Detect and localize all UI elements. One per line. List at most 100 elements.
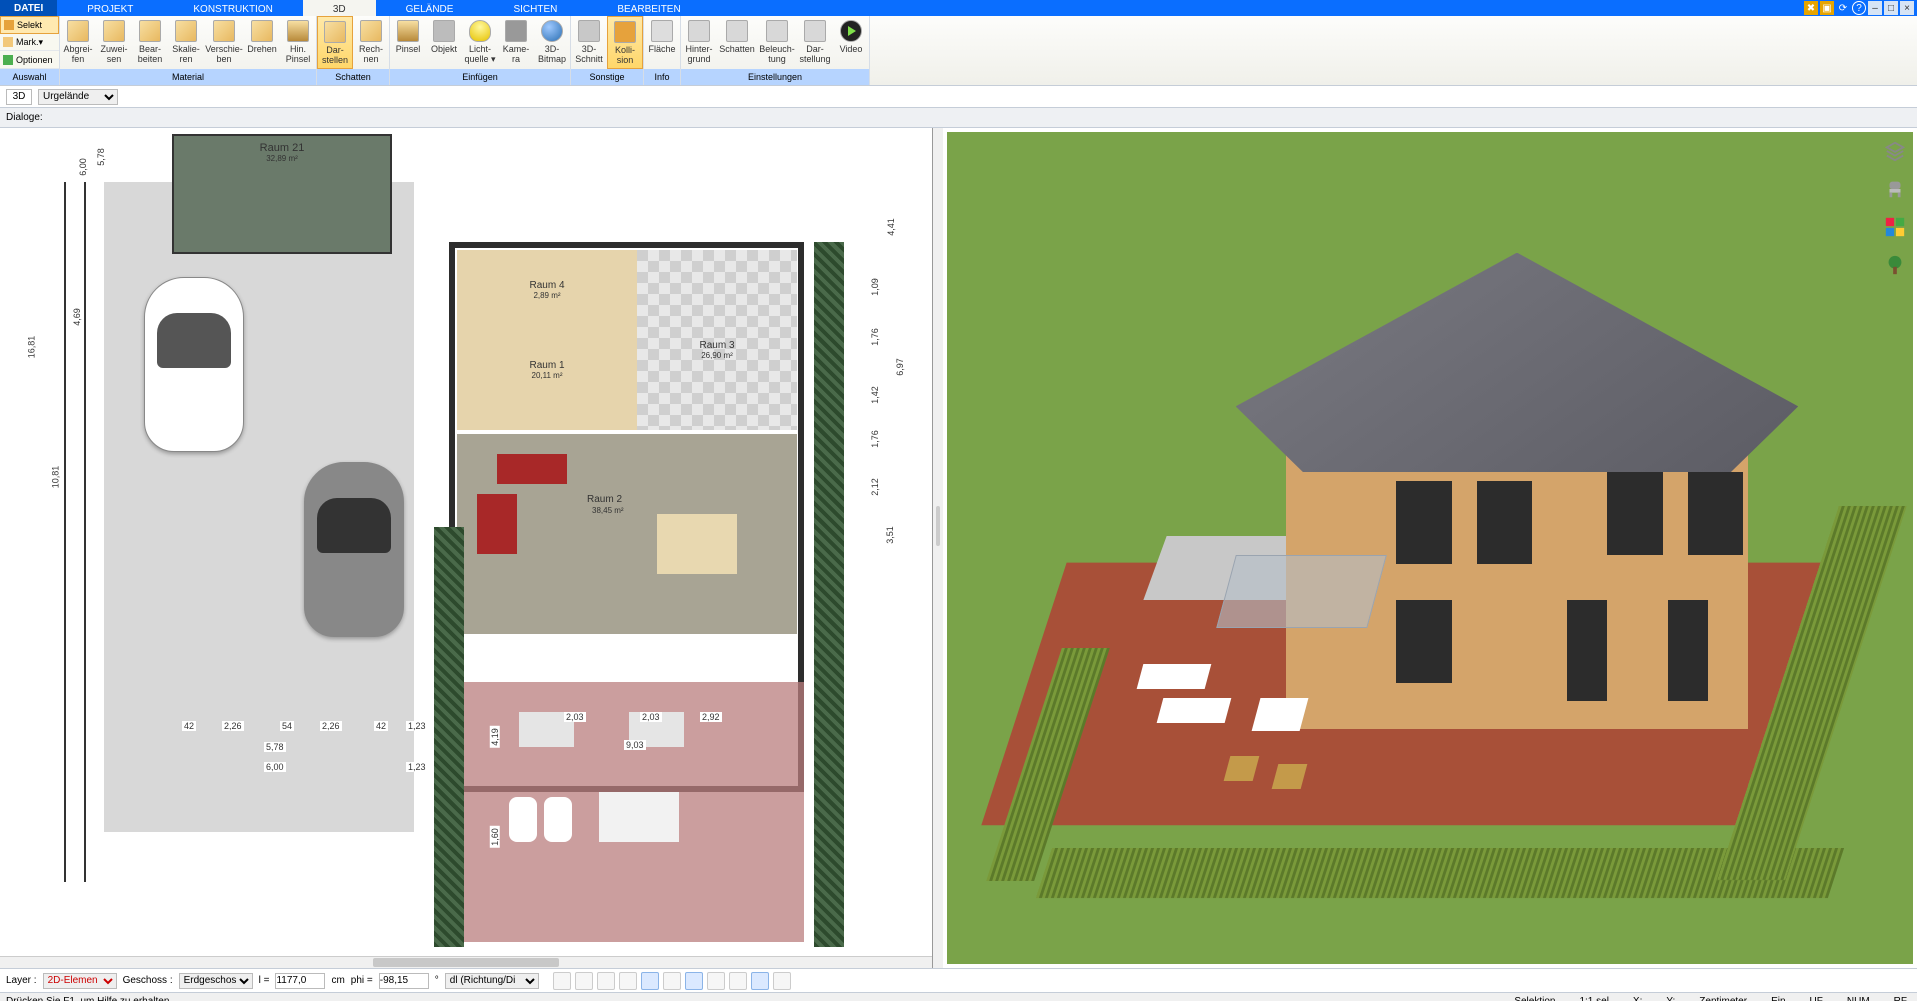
car-dark	[304, 462, 404, 637]
dl-select[interactable]: dl (Richtung/Di	[445, 973, 539, 989]
status-bar: Drücken Sie F1, um Hilfe zu erhalten. Se…	[0, 992, 1917, 1001]
maximize-icon[interactable]: □	[1884, 1, 1898, 15]
dim-left-469: 4,69	[72, 306, 82, 328]
cm-label: cm	[331, 975, 344, 986]
darstellung-button[interactable]: Dar- stellung	[797, 16, 833, 69]
hintergrund-button[interactable]: Hinter- grund	[681, 16, 717, 69]
mode-field[interactable]	[6, 89, 32, 105]
geschoss-select[interactable]: Erdgeschos	[179, 973, 253, 989]
kollision-button[interactable]: Kolli- sion	[607, 16, 643, 69]
verschieben-button[interactable]: Verschie- ben	[204, 16, 244, 69]
status-scale: 1:1 sel	[1579, 996, 1608, 1001]
clock-icon[interactable]	[553, 972, 571, 990]
schatten-set-button[interactable]: Schatten	[717, 16, 757, 69]
render-canvas[interactable]	[947, 132, 1913, 964]
shadow-icon	[726, 20, 748, 42]
pinsel-button[interactable]: Pinsel	[390, 16, 426, 69]
monitor-icon[interactable]	[575, 972, 593, 990]
menu-gelaende[interactable]: GELÄNDE	[376, 0, 484, 16]
cube-icon	[433, 20, 455, 42]
scroll-thumb[interactable]	[373, 958, 559, 967]
snap-parallel-icon[interactable]	[685, 972, 703, 990]
view-splitter[interactable]	[933, 128, 943, 968]
snap-angle-icon[interactable]	[641, 972, 659, 990]
menu-bar: DATEI PROJEKT KONSTRUKTION 3D GELÄNDE SI…	[0, 0, 1917, 16]
objekt-button[interactable]: Objekt	[426, 16, 462, 69]
titlebar-icon-2[interactable]: ▣	[1820, 1, 1834, 15]
beleuchtung-button[interactable]: Beleuch- tung	[757, 16, 797, 69]
tree-icon[interactable]	[1884, 254, 1906, 276]
skalieren-button[interactable]: Skalie- ren	[168, 16, 204, 69]
dim-b-600: 6,00	[264, 762, 286, 772]
chair-icon[interactable]	[1884, 178, 1906, 200]
rotate-icon[interactable]	[619, 972, 637, 990]
darstellen-button[interactable]: Dar- stellen	[317, 16, 353, 69]
move-icon	[213, 20, 235, 42]
side-palette	[1877, 140, 1913, 276]
room2-area: 38,45 m²	[592, 506, 624, 515]
area-icon	[651, 20, 673, 42]
abgreifen-button[interactable]: Abgrei- fen	[60, 16, 96, 69]
snap-perp-icon[interactable]	[663, 972, 681, 990]
lichtquelle-button[interactable]: Licht- quelle ▾	[462, 16, 498, 69]
kamera-button[interactable]: Kame- ra	[498, 16, 534, 69]
plan-hscroll[interactable]	[0, 956, 932, 968]
status-x: X:	[1633, 996, 1642, 1001]
zuweisen-button[interactable]: Zuwei- sen	[96, 16, 132, 69]
close-icon[interactable]: ×	[1900, 1, 1914, 15]
flaeche-button[interactable]: Fläche	[644, 16, 680, 69]
plan-view[interactable]: Raum 21 32,89 m² Raum 4 2,89 m² Raum 1 2…	[0, 128, 933, 968]
titlebar-icon-1[interactable]: ✖	[1804, 1, 1818, 15]
menu-konstruktion[interactable]: KONSTRUKTION	[163, 0, 302, 16]
terrain-select[interactable]: Urgelände	[38, 89, 118, 105]
3d-schnitt-button[interactable]: 3D- Schnitt	[571, 16, 607, 69]
dim-t-203a: 2,03	[564, 712, 586, 722]
status-num: NUM	[1847, 996, 1870, 1001]
hin-pinsel-button[interactable]: Hin. Pinsel	[280, 16, 316, 69]
bottom-icons	[553, 972, 791, 990]
menu-sichten[interactable]: SICHTEN	[483, 0, 587, 16]
l-input[interactable]	[275, 973, 325, 989]
menu-3d[interactable]: 3D	[303, 0, 376, 16]
dim-b-42b: 42	[374, 721, 388, 731]
titlebar-icon-3[interactable]: ⟳	[1836, 1, 1850, 15]
menu-datei[interactable]: DATEI	[0, 0, 57, 16]
3d-bitmap-button[interactable]: 3D- Bitmap	[534, 16, 570, 69]
plan-canvas[interactable]: Raum 21 32,89 m² Raum 4 2,89 m² Raum 1 2…	[4, 132, 928, 954]
hedge-right	[814, 242, 844, 947]
drehen-button[interactable]: Drehen	[244, 16, 280, 69]
selekt-button[interactable]: Selekt	[0, 16, 59, 34]
status-y: Y:	[1666, 996, 1675, 1001]
menu-bearbeiten[interactable]: BEARBEITEN	[587, 0, 710, 16]
video-button[interactable]: Video	[833, 16, 869, 69]
palette-icon[interactable]	[1884, 216, 1906, 238]
align-icon[interactable]	[597, 972, 615, 990]
lighting-icon	[766, 20, 788, 42]
geschoss-label: Geschoss :	[123, 975, 173, 986]
group-info: Fläche Info	[644, 16, 681, 85]
menu-projekt[interactable]: PROJEKT	[57, 0, 163, 16]
optionen-button[interactable]: Optionen	[0, 51, 59, 69]
phi-input[interactable]	[379, 973, 429, 989]
bearbeiten-button[interactable]: Bear- beiten	[132, 16, 168, 69]
roof-3d	[1236, 253, 1799, 473]
snap-i-icon[interactable]	[773, 972, 791, 990]
help-icon[interactable]: ?	[1852, 1, 1866, 15]
minimize-icon[interactable]: –	[1868, 1, 1882, 15]
dim-r-142: 1,42	[870, 384, 880, 406]
snap-n-icon[interactable]	[751, 972, 769, 990]
rechnen-button[interactable]: Rech- nen	[353, 16, 389, 69]
status-ein: Ein	[1771, 996, 1785, 1001]
sonstige-label: Sonstige	[571, 69, 643, 85]
hedge-left	[434, 527, 464, 947]
layers-icon[interactable]	[1884, 140, 1906, 162]
grid-icon[interactable]	[729, 972, 747, 990]
snap-endpoint-icon[interactable]	[707, 972, 725, 990]
room3: Raum 3 26,90 m²	[637, 340, 797, 360]
render-view[interactable]	[943, 128, 1917, 968]
eyedropper-icon	[67, 20, 89, 42]
calculate-icon	[360, 20, 382, 42]
mark-button[interactable]: Mark. ▾	[0, 34, 59, 52]
balcony-3d	[1216, 555, 1386, 628]
layer-select[interactable]: 2D-Elemen	[43, 973, 117, 989]
